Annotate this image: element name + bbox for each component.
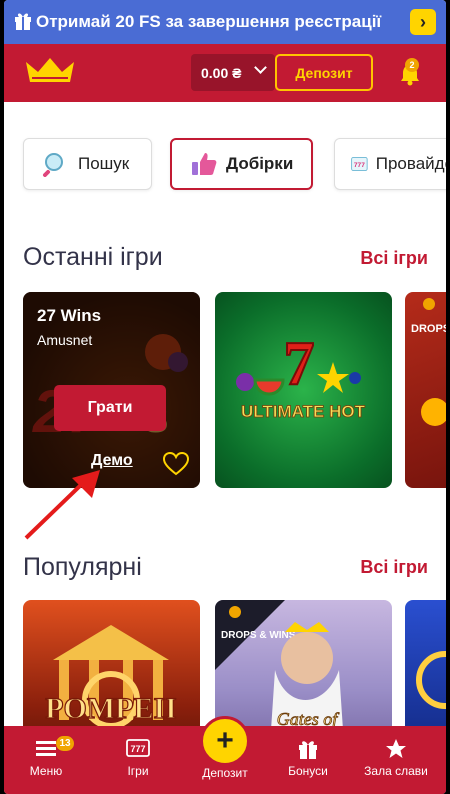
game-art-drops-wins: DROPS & WINS [411, 298, 446, 426]
game-art-ultimate-hot: 7 ULTIMATE HOT [236, 329, 366, 421]
game-tile-ultimate-hot[interactable]: 7 ULTIMATE HOT [215, 292, 392, 488]
collections-chip-label: Добірки [226, 154, 294, 173]
plus-icon: + [216, 724, 234, 757]
menu-icon [36, 741, 56, 756]
deposit-fab-button[interactable]: + [200, 716, 250, 766]
search-chip-label: Пошук [78, 154, 130, 173]
balance-dropdown[interactable]: 0.00 ₴ [191, 54, 275, 91]
promo-arrow-button[interactable]: › [410, 9, 436, 35]
thumbs-up-icon [192, 153, 217, 175]
search-icon [43, 153, 63, 177]
game-tile-drops-wins[interactable]: DROPS & WINS [405, 292, 446, 488]
svg-text:777: 777 [130, 744, 145, 754]
providers-chip[interactable]: 777 Провайдери [334, 138, 446, 190]
game-art-label: ULTIMATE HOT [241, 402, 366, 421]
crown-logo-icon[interactable] [24, 56, 76, 86]
nav-menu[interactable]: 13 Меню [6, 726, 86, 794]
heart-icon[interactable] [163, 452, 189, 476]
notification-badge: 2 [405, 58, 419, 72]
nav-deposit-label: Депозит [202, 766, 248, 780]
deposit-button[interactable]: Депозит [275, 54, 373, 91]
game-title: 27 Wins [37, 306, 102, 325]
providers-chip-label: Провайдери [375, 154, 446, 173]
gift-icon [299, 741, 317, 759]
nav-bonuses-label: Бонуси [288, 764, 328, 778]
star-icon [386, 739, 406, 758]
drops-wins-badge: DROPS & WINS [221, 630, 296, 641]
site-header: 0.00 ₴ Депозит 2 [4, 44, 446, 102]
promo-banner[interactable]: Отримай 20 FS за завершення реєстрації › [4, 0, 446, 44]
red-annotation-arrow [24, 470, 100, 540]
game-art-label: POMPEII [45, 692, 177, 725]
slot-777-icon: 777 [126, 739, 150, 757]
slot-777-icon: 777 [351, 156, 368, 172]
promo-text: Отримай 20 FS за завершення реєстрації [36, 12, 382, 31]
nav-menu-label: Меню [29, 764, 63, 778]
chevron-right-icon: › [420, 11, 426, 32]
play-button[interactable]: Грати [54, 385, 166, 431]
nav-hall-of-fame[interactable]: Зала слави [356, 726, 436, 794]
nav-games-label: Ігри [127, 764, 149, 778]
collections-chip[interactable]: Добірки [170, 138, 313, 190]
game-provider: Amusnet [37, 332, 93, 348]
balance-amount: 0.00 ₴ [201, 64, 242, 81]
nav-bonuses[interactable]: Бонуси [268, 726, 348, 794]
menu-badge: 13 [56, 736, 74, 751]
search-chip[interactable]: Пошук [23, 138, 152, 190]
gift-icon [15, 13, 31, 30]
nav-hall-of-fame-label: Зала слави [364, 764, 428, 778]
popular-all-games-link[interactable]: Всі ігри [360, 557, 428, 578]
svg-text:777: 777 [354, 162, 365, 169]
recent-games-title: Останні ігри [23, 243, 163, 271]
recent-all-games-link[interactable]: Всі ігри [360, 248, 428, 269]
drops-wins-badge: DROPS & WINS [411, 323, 446, 335]
chevron-down-icon [254, 61, 267, 74]
game-tile-27-wins[interactable]: 27 S 27 Wins Amusnet Грати Демо [23, 292, 200, 488]
nav-games[interactable]: 777 Ігри [98, 726, 178, 794]
app-frame: Отримай 20 FS за завершення реєстрації ›… [4, 0, 446, 794]
popular-title: Популярні [23, 553, 142, 581]
svg-text:7: 7 [284, 330, 315, 398]
